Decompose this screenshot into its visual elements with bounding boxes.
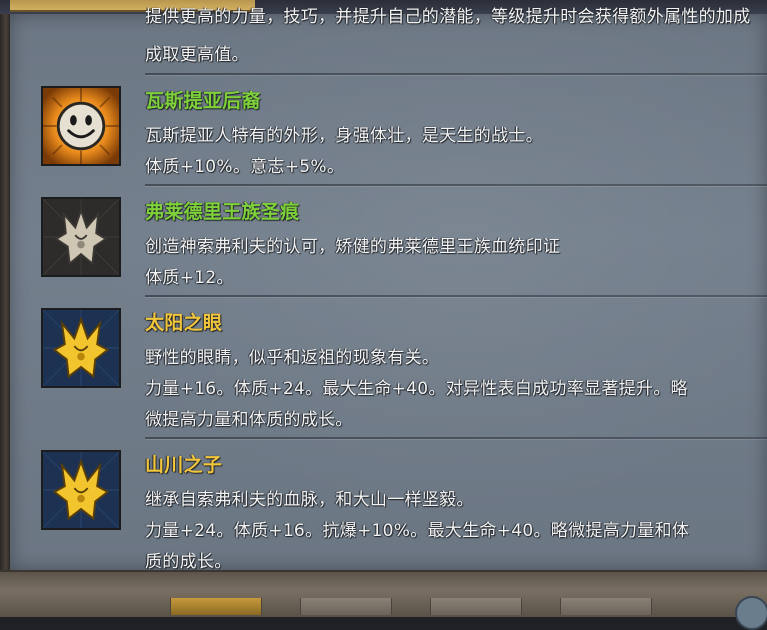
- trait-effect-line: 微提高力量和体质的成长。: [145, 410, 353, 430]
- left-frame: [0, 0, 10, 615]
- trait-description-line: 野性的眼睛，似乎和返祖的现象有关。: [145, 348, 440, 368]
- trait-effect-line: 力量+24。体质+16。抗爆+10%。最大生命+40。略微提高力量和体: [145, 521, 690, 541]
- trait-effect-line: 体质+10%。意志+5%。: [145, 157, 345, 177]
- trait-name: 瓦斯提亚后裔: [145, 90, 261, 112]
- trait-description-line: 成取更高值。: [145, 45, 249, 65]
- golden-crest-icon: [41, 308, 121, 388]
- trait-description-line: 继承自索弗利夫的血脉，和大山一样坚毅。: [145, 490, 474, 510]
- bottom-tab-active[interactable]: [170, 598, 262, 615]
- smiley-face-icon: [41, 86, 121, 166]
- trait-description-line: 瓦斯提亚人特有的外形，身强体壮，是天生的战士。: [145, 126, 543, 146]
- divider: [145, 295, 767, 297]
- bottom-tab[interactable]: [430, 598, 522, 615]
- silver-crest-icon: [41, 197, 121, 277]
- golden-crest-icon: [41, 450, 121, 530]
- bottom-tab[interactable]: [300, 598, 392, 615]
- divider: [145, 73, 767, 75]
- divider: [145, 184, 767, 186]
- trait-list-panel[interactable]: 提供更高的力量，技巧，并提升自己的潜能，等级提升时会获得额外属性的加成 成取更高…: [10, 7, 767, 572]
- round-button[interactable]: [735, 596, 767, 630]
- trait-effect-line: 力量+16。体质+24。最大生命+40。对异性表白成功率显著提升。略: [145, 379, 688, 399]
- trait-description-line: 创造神索弗利夫的认可，矫健的弗莱德里王族血统印证: [145, 237, 561, 257]
- trait-effect-line: 质的成长。: [145, 552, 232, 572]
- trait-name: 太阳之眼: [145, 312, 223, 334]
- trait-name: 山川之子: [145, 454, 223, 476]
- divider: [145, 437, 767, 439]
- trait-name: 弗莱德里王族圣痕: [145, 201, 300, 223]
- trait-effect-line: 体质+12。: [145, 268, 234, 288]
- trait-description-partial-line: 提供更高的力量，技巧，并提升自己的潜能，等级提升时会获得额外属性的加成: [145, 7, 751, 27]
- bottom-tab[interactable]: [560, 598, 652, 615]
